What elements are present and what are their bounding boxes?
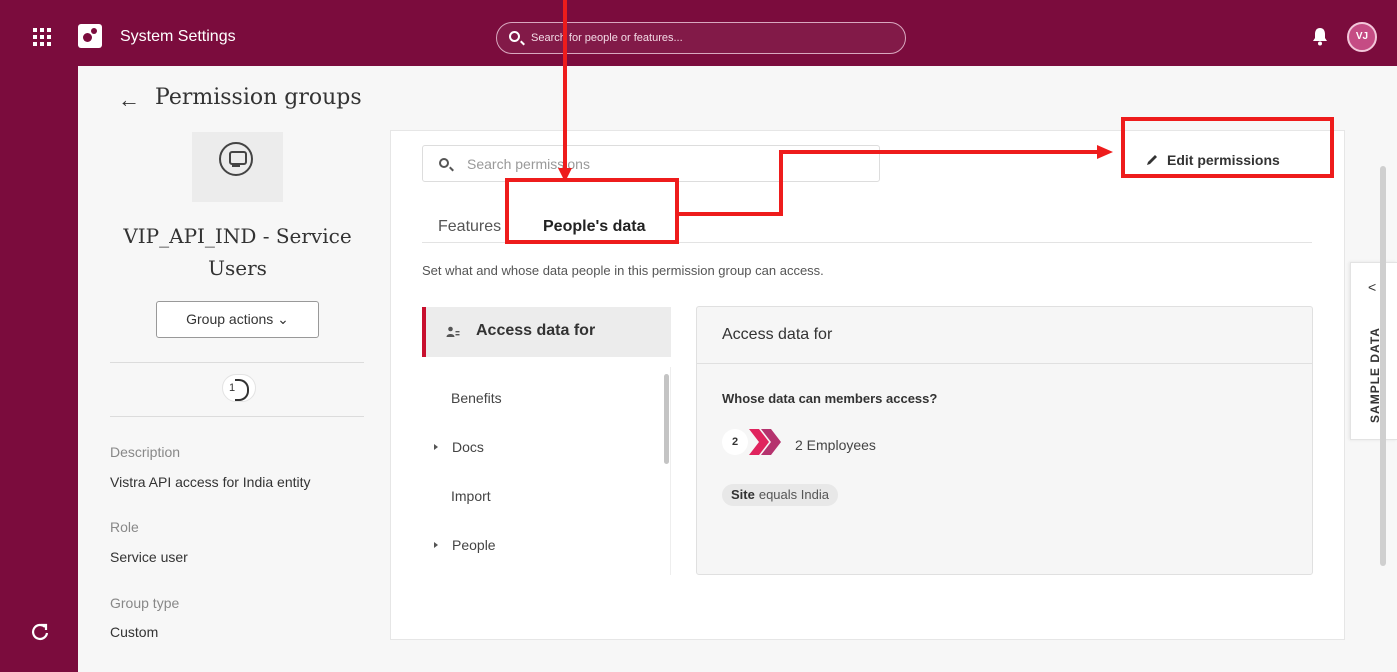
people-icon [446,326,460,337]
search-icon [509,31,520,42]
app-title: System Settings [120,28,236,45]
pencil-icon [1147,155,1157,165]
condition-field: Site [731,487,755,502]
menu-item-access-data-for[interactable]: Access data for [422,307,671,357]
caret-right-icon [434,542,438,548]
caret-right-icon [434,444,438,450]
system-settings-logo-icon [78,24,102,48]
menu-item-people[interactable]: People [434,537,496,553]
employee-count-label[interactable]: 2 Employees [795,437,876,453]
group-type-value: Custom [110,624,159,640]
menu-item-import[interactable]: Import [451,488,491,504]
group-name: VIP_API_IND - Service Users [123,224,352,280]
edit-permissions-button[interactable]: Edit permissions [1145,152,1280,172]
menu-scrollbar[interactable] [664,374,669,464]
menu-scroll-track [670,367,671,575]
global-search-input[interactable] [531,29,891,47]
detail-title: Access data for [722,326,833,343]
permissions-search-input[interactable] [467,155,867,173]
condition-chip: Site equals India [722,484,838,506]
annotation-arrow-head [1097,145,1113,159]
member-count-badge[interactable]: 1 [222,374,256,402]
bell-icon[interactable] [1312,27,1328,46]
annotation-arrow-head [558,168,572,182]
menu-item-label: People [452,537,496,553]
description-label: Description [110,444,181,460]
employee-count-badge: 2 [722,429,748,455]
tab-peoples-data[interactable]: People's data [543,218,646,236]
menu-item-label: Docs [452,439,484,455]
sample-data-tab[interactable]: < SAMPLE DATA [1350,262,1397,440]
top-bar: System Settings VJ [0,0,1397,66]
permissions-description: Set what and whose data people in this p… [422,263,824,278]
divider [110,416,364,417]
employees-chevron-icon [749,429,781,455]
description-value: Vistra API access for India entity [110,474,311,490]
menu-item-benefits[interactable]: Benefits [451,390,502,406]
page-scrollbar[interactable] [1380,166,1386,566]
condition-rest: equals India [758,487,829,502]
menu-item-label: Access data for [476,322,596,339]
global-search[interactable] [496,22,906,54]
refresh-icon[interactable] [30,622,50,642]
chevron-left-icon: < [1368,279,1377,295]
apps-grid-icon[interactable] [33,28,51,46]
page-title: Permission groups [155,85,362,110]
role-label: Role [110,519,139,535]
back-arrow-icon[interactable]: ← [118,87,140,113]
detail-question: Whose data can members access? [722,391,938,406]
detail-header: Access data for [697,307,1312,364]
group-actions-button[interactable]: Group actions ⌄ [156,301,319,338]
tab-features[interactable]: Features [438,218,501,236]
tabs-divider [422,242,1312,243]
menu-item-docs[interactable]: Docs [434,439,484,455]
robot-icon [219,142,253,176]
search-icon [439,158,449,168]
divider [110,362,364,363]
edit-permissions-label: Edit permissions [1167,152,1280,168]
permissions-search[interactable] [422,145,880,182]
group-type-label: Group type [110,595,180,611]
access-detail-panel: Access data for Whose data can members a… [696,306,1313,575]
group-avatar [192,132,283,202]
user-avatar[interactable]: VJ [1347,22,1377,52]
role-value: Service user [110,549,188,565]
